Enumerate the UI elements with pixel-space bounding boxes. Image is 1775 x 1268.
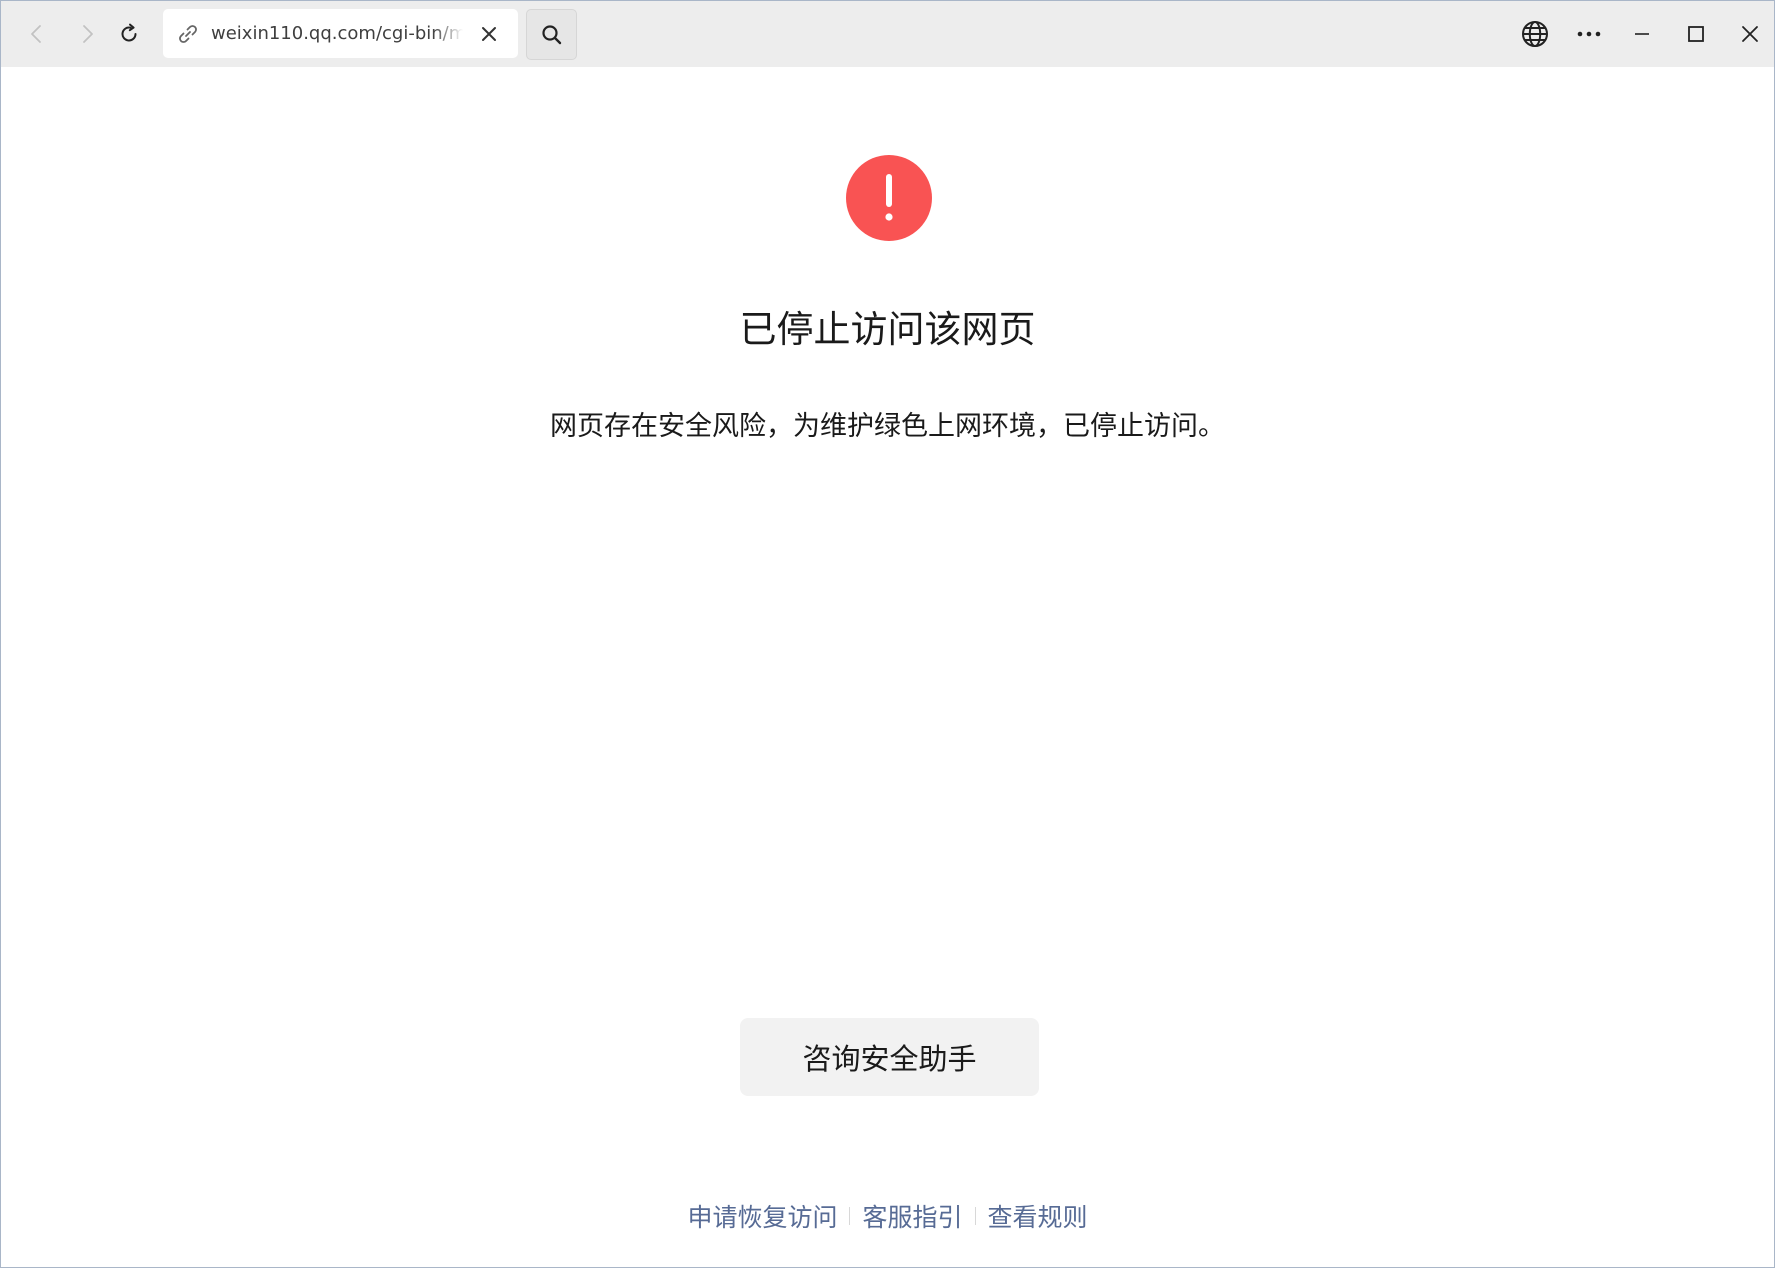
close-icon	[482, 27, 496, 41]
globe-icon	[1522, 21, 1548, 47]
browser-window: weixin110.qq.com/cgi-bin/mmspamsupport-b…	[0, 0, 1775, 1268]
close-window-button[interactable]	[1731, 15, 1769, 53]
language-button[interactable]	[1516, 15, 1554, 53]
more-button[interactable]	[1570, 15, 1608, 53]
consult-security-assistant-button[interactable]: 咨询安全助手	[740, 1018, 1039, 1096]
search-button[interactable]	[526, 9, 577, 60]
clear-url-button[interactable]	[476, 21, 502, 47]
chevron-right-icon	[83, 25, 93, 43]
warning-icon	[846, 155, 932, 241]
customer-service-guide-link[interactable]: 客服指引	[850, 1198, 974, 1234]
exclamation-icon	[846, 155, 932, 241]
page-title: 已停止访问该网页	[739, 308, 1036, 351]
forward-button[interactable]	[69, 16, 105, 52]
maximize-icon	[1688, 26, 1704, 42]
request-restore-access-link[interactable]: 申请恢复访问	[675, 1198, 849, 1234]
link-icon	[175, 21, 201, 47]
url-text[interactable]: weixin110.qq.com/cgi-bin/mmspamsupport-b…	[211, 9, 463, 58]
chevron-left-icon	[31, 25, 41, 43]
more-icon	[1577, 31, 1601, 37]
minimize-icon	[1635, 33, 1649, 35]
minimize-button[interactable]	[1623, 15, 1661, 53]
maximize-button[interactable]	[1677, 15, 1715, 53]
back-button[interactable]	[19, 16, 55, 52]
reload-button[interactable]	[111, 16, 147, 52]
browser-toolbar: weixin110.qq.com/cgi-bin/mmspamsupport-b…	[1, 1, 1774, 67]
close-icon	[1742, 26, 1758, 42]
footer-links: 申请恢复访问 客服指引 查看规则	[1, 1196, 1774, 1236]
view-rules-link[interactable]: 查看规则	[976, 1198, 1100, 1234]
search-icon	[541, 24, 561, 44]
address-bar[interactable]: weixin110.qq.com/cgi-bin/mmspamsupport-b…	[163, 9, 518, 58]
page-description: 网页存在安全风险，为维护绿色上网环境，已停止访问。	[550, 411, 1225, 442]
reload-icon	[121, 23, 137, 42]
page-content: 已停止访问该网页 网页存在安全风险，为维护绿色上网环境，已停止访问。 咨询安全助…	[1, 67, 1774, 1267]
